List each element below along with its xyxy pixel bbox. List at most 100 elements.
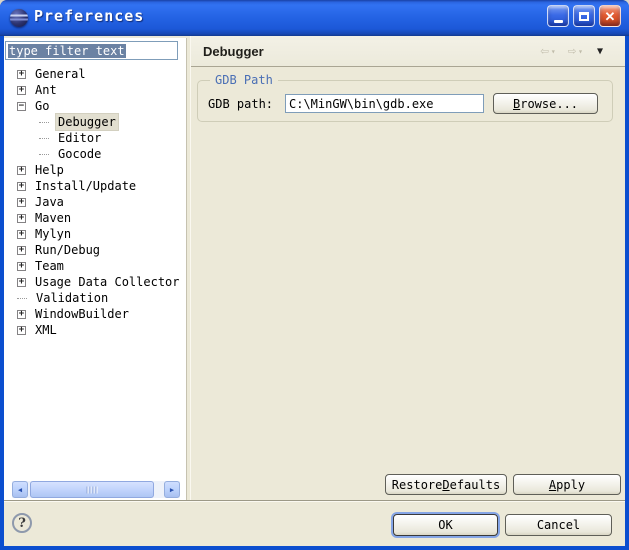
tree-item-install-update[interactable]: + Install/Update [4, 178, 186, 194]
tree-item-label: Gocode [56, 146, 103, 162]
expand-icon[interactable]: + [17, 166, 26, 175]
scrollbar-thumb[interactable] [30, 481, 154, 498]
expand-icon[interactable]: + [17, 278, 26, 287]
preference-page: Debugger ⇦ ▾ ⇨ ▾ ▼ GDB Path GDB path: C:… [190, 36, 625, 500]
group-title: GDB Path [210, 73, 278, 87]
page-header: Debugger ⇦ ▾ ⇨ ▾ ▼ [191, 36, 625, 67]
help-button[interactable]: ? [12, 513, 32, 533]
expand-icon[interactable]: + [17, 246, 26, 255]
apply-label-mnemonic: A [549, 478, 556, 492]
browse-label-mnemonic: B [513, 97, 520, 111]
preferences-tree-panel: type filter text +General+Ant−GoDebugger… [4, 38, 187, 500]
tree-connector [17, 298, 27, 299]
page-title: Debugger [203, 44, 264, 59]
tree-item-label: Java [33, 194, 66, 210]
preferences-dialog: Preferences ✕ type filter text +General+… [0, 0, 629, 550]
expand-icon[interactable]: + [17, 86, 26, 95]
minimize-icon [554, 20, 563, 23]
tree-connector [39, 138, 49, 139]
back-menu-caret-icon[interactable]: ▾ [551, 47, 556, 56]
help-icon: ? [18, 516, 26, 531]
tree-item-label: Editor [56, 130, 103, 146]
gdb-path-label: GDB path: [208, 97, 273, 111]
tree-item-help[interactable]: + Help [4, 162, 186, 178]
tree-item-windowbuilder[interactable]: + WindowBuilder [4, 306, 186, 322]
restore-defaults-button[interactable]: Restore Defaults [385, 474, 507, 495]
restore-label-post: efaults [450, 478, 501, 492]
gdb-path-group: GDB Path GDB path: C:\MinGW\bin\gdb.exe … [197, 80, 613, 122]
restore-label-mnemonic: D [442, 478, 449, 492]
tree-item-java[interactable]: + Java [4, 194, 186, 210]
close-icon: ✕ [605, 10, 616, 23]
filter-text: type filter text [8, 44, 126, 58]
tree-item-editor[interactable]: Editor [4, 130, 186, 146]
dialog-body: type filter text +General+Ant−GoDebugger… [4, 36, 625, 546]
tree-item-label: Ant [33, 82, 59, 98]
maximize-icon [579, 12, 589, 21]
tree-item-validation[interactable]: Validation [4, 290, 186, 306]
preferences-tree: +General+Ant−GoDebuggerEditorGocode+Help… [4, 66, 186, 338]
forward-icon[interactable]: ⇨ [568, 44, 576, 58]
expand-icon[interactable]: + [17, 230, 26, 239]
tree-item-maven[interactable]: +Maven [4, 210, 186, 226]
expand-icon[interactable]: + [17, 262, 26, 271]
eclipse-logo-icon [10, 9, 28, 27]
tree-item-usage-data-collector[interactable]: + Usage Data Collector [4, 274, 186, 290]
tree-item-label: Mylyn [33, 226, 73, 242]
expand-icon[interactable]: + [17, 70, 26, 79]
cancel-button[interactable]: Cancel [505, 514, 612, 536]
scroll-left-button[interactable]: ◀ [12, 481, 28, 498]
scroll-left-icon: ◀ [18, 486, 22, 494]
tree-item-label: Debugger [56, 114, 118, 130]
restore-label-pre: Restore [392, 478, 443, 492]
close-button[interactable]: ✕ [599, 5, 621, 27]
titlebar[interactable]: Preferences ✕ [0, 0, 629, 36]
collapse-icon[interactable]: − [17, 102, 26, 111]
tree-connector [39, 122, 49, 123]
browse-label-post: rowse... [520, 97, 578, 111]
tree-item-general[interactable]: + General [4, 66, 186, 82]
tree-item-label: Usage Data Collector [33, 274, 182, 290]
tree-connector [39, 154, 49, 155]
scroll-right-icon: ▶ [170, 486, 174, 494]
tree-item-gocode[interactable]: Gocode [4, 146, 186, 162]
scroll-right-button[interactable]: ▶ [164, 481, 180, 498]
tree-item-label: Go [33, 98, 51, 114]
gdb-path-value: C:\MinGW\bin\gdb.exe [289, 97, 434, 111]
ok-button[interactable]: OK [393, 514, 498, 536]
minimize-button[interactable] [547, 5, 569, 27]
tree-item-team[interactable]: + Team [4, 258, 186, 274]
tree-item-label: Validation [34, 290, 110, 306]
button-bar: ? OK Cancel [4, 502, 625, 546]
tree-item-label: Run/Debug [33, 242, 102, 258]
expand-icon[interactable]: + [17, 214, 26, 223]
back-icon[interactable]: ⇦ [540, 44, 548, 58]
expand-icon[interactable]: + [17, 326, 26, 335]
maximize-button[interactable] [573, 5, 595, 27]
tree-item-label: Team [33, 258, 66, 274]
browse-button[interactable]: Browse... [493, 93, 598, 114]
expand-icon[interactable]: + [17, 310, 26, 319]
gdb-path-input[interactable]: C:\MinGW\bin\gdb.exe [285, 94, 484, 113]
forward-menu-caret-icon[interactable]: ▾ [578, 47, 583, 56]
tree-item-label: Help [33, 162, 66, 178]
apply-button[interactable]: Apply [513, 474, 621, 495]
expand-icon[interactable]: + [17, 182, 26, 191]
tree-item-label: Install/Update [33, 178, 138, 194]
tree-item-run-debug[interactable]: + Run/Debug [4, 242, 186, 258]
tree-item-label: WindowBuilder [33, 306, 131, 322]
filter-input[interactable]: type filter text [5, 41, 178, 60]
apply-label-post: pply [556, 478, 585, 492]
window-title: Preferences [34, 7, 144, 25]
horizontal-scrollbar[interactable]: ◀ ▶ [12, 481, 180, 498]
tree-item-mylyn[interactable]: + Mylyn [4, 226, 186, 242]
expand-icon[interactable]: + [17, 198, 26, 207]
tree-item-xml[interactable]: + XML [4, 322, 186, 338]
tree-item-label: General [33, 66, 88, 82]
tree-item-label: XML [33, 322, 59, 338]
view-menu-icon[interactable]: ▼ [597, 46, 603, 57]
tree-item-go[interactable]: −Go [4, 98, 186, 114]
scrollbar-grip-icon [87, 486, 98, 493]
tree-item-ant[interactable]: + Ant [4, 82, 186, 98]
tree-item-debugger[interactable]: Debugger [4, 114, 186, 130]
